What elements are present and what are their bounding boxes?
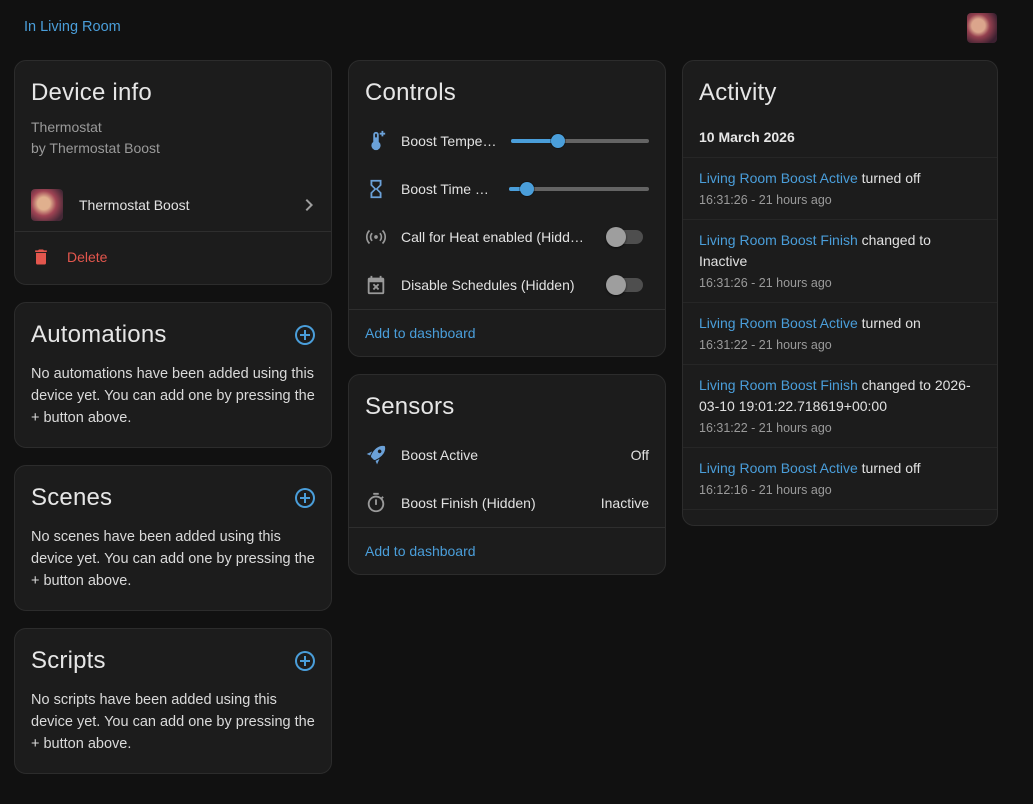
activity-title: Activity [683, 61, 997, 117]
log-action: turned off [862, 460, 921, 476]
toggle-knob [606, 227, 626, 247]
timer-icon [365, 492, 387, 514]
scripts-empty-text: No scripts have been added using this de… [15, 685, 331, 773]
sensor-label: Boost Active [401, 447, 478, 463]
slider-thumb[interactable] [551, 134, 565, 148]
automations-empty-text: No automations have been added using thi… [15, 359, 331, 447]
toggle-knob [606, 275, 626, 295]
left-column: Device info Thermostat by Thermostat Boo… [14, 60, 332, 774]
control-label: Disable Schedules (Hidden) [401, 277, 575, 293]
device-model: Thermostat [31, 117, 315, 138]
log-entry[interactable]: Living Room Boost Finish changed to 2026… [683, 364, 997, 447]
delete-device-button[interactable]: Delete [15, 232, 331, 284]
device-info-title: Device info [15, 61, 331, 117]
radar-icon [365, 226, 387, 248]
activity-card: Activity 10 March 2026 Living Room Boost… [682, 60, 998, 526]
controls-card: Controls Boost Temper… Boost Time S… [348, 60, 666, 357]
timer-sand-icon [365, 178, 387, 200]
sensor-row-boost-finish[interactable]: Boost Finish (Hidden) Inactive [349, 479, 665, 527]
user-avatar[interactable] [967, 13, 997, 43]
log-entity-link[interactable]: Living Room Boost Time Selector [699, 522, 906, 525]
chevron-right-icon [297, 193, 321, 217]
control-row-disable-schedules: Disable Schedules (Hidden) [349, 261, 665, 309]
middle-column: Controls Boost Temper… Boost Time S… [348, 60, 666, 575]
scenes-card: Scenes No scenes have been added using t… [14, 465, 332, 611]
scripts-card: Scripts No scripts have been added using… [14, 628, 332, 774]
controls-add-to-dashboard-link[interactable]: Add to dashboard [365, 325, 476, 341]
log-entry[interactable]: Living Room Boost Active turned on 16:31… [683, 302, 997, 364]
integration-name: Thermostat Boost [79, 197, 190, 213]
log-action: turned off [862, 170, 921, 186]
activity-scroll-area[interactable]: 10 March 2026 Living Room Boost Active t… [683, 117, 997, 525]
control-row-boost-temperature: Boost Temper… [349, 117, 665, 165]
log-entry[interactable]: Living Room Boost Time Selector changed [683, 509, 997, 525]
trash-icon [31, 247, 51, 267]
control-label: Boost Time S… [401, 181, 495, 197]
automations-title: Automations [15, 303, 167, 359]
sensors-card: Sensors Boost Active Off Boost Finish (H… [348, 374, 666, 575]
scenes-empty-text: No scenes have been added using this dev… [15, 522, 331, 610]
device-manufacturer: by Thermostat Boost [31, 138, 315, 159]
log-entity-link[interactable]: Living Room Boost Active [699, 315, 858, 331]
automations-card: Automations No automations have been add… [14, 302, 332, 448]
log-entity-link[interactable]: Living Room Boost Active [699, 460, 858, 476]
scripts-title: Scripts [15, 629, 106, 685]
control-label: Call for Heat enabled (Hidd… [401, 229, 584, 245]
control-label: Boost Temper… [401, 133, 497, 149]
sensor-value: Off [631, 447, 649, 463]
log-timestamp: 16:31:22 - 21 hours ago [699, 421, 981, 435]
log-entity-link[interactable]: Living Room Boost Finish [699, 377, 858, 393]
device-info-card: Device info Thermostat by Thermostat Boo… [14, 60, 332, 285]
log-entry[interactable]: Living Room Boost Finish changed to Inac… [683, 219, 997, 302]
rocket-launch-icon [365, 444, 387, 466]
integration-row[interactable]: Thermostat Boost [15, 179, 331, 231]
add-scene-button[interactable] [293, 486, 317, 510]
sensors-title: Sensors [349, 375, 665, 431]
scenes-title: Scenes [15, 466, 112, 522]
call-for-heat-toggle[interactable] [609, 230, 643, 244]
log-entity-link[interactable]: Living Room Boost Active [699, 170, 858, 186]
sensor-row-boost-active[interactable]: Boost Active Off [349, 431, 665, 479]
control-row-boost-time: Boost Time S… [349, 165, 665, 213]
log-entry[interactable]: Living Room Boost Active turned off 16:3… [683, 157, 997, 219]
sensor-value: Inactive [601, 495, 649, 511]
add-automation-button[interactable] [293, 323, 317, 347]
sensors-add-to-dashboard-link[interactable]: Add to dashboard [365, 543, 476, 559]
sensor-label: Boost Finish (Hidden) [401, 495, 536, 511]
boost-temperature-slider[interactable] [511, 127, 649, 155]
log-action: changed [910, 522, 964, 525]
breadcrumb[interactable]: In Living Room [24, 19, 121, 35]
integration-logo-image [31, 189, 63, 221]
log-entry[interactable]: Living Room Boost Active turned off 16:1… [683, 447, 997, 509]
disable-schedules-toggle[interactable] [609, 278, 643, 292]
calendar-remove-icon [365, 274, 387, 296]
add-script-button[interactable] [293, 649, 317, 673]
control-row-call-for-heat: Call for Heat enabled (Hidd… [349, 213, 665, 261]
thermometer-plus-icon [365, 130, 387, 152]
log-timestamp: 16:12:16 - 21 hours ago [699, 483, 981, 497]
log-action: turned on [862, 315, 921, 331]
log-timestamp: 16:31:26 - 21 hours ago [699, 193, 981, 207]
right-column: Activity 10 March 2026 Living Room Boost… [682, 60, 998, 526]
log-timestamp: 16:31:22 - 21 hours ago [699, 338, 981, 352]
slider-thumb[interactable] [520, 182, 534, 196]
log-timestamp: 16:31:26 - 21 hours ago [699, 276, 981, 290]
log-entity-link[interactable]: Living Room Boost Finish [699, 232, 858, 248]
controls-title: Controls [349, 61, 665, 117]
delete-label: Delete [67, 249, 107, 265]
activity-date-header: 10 March 2026 [683, 117, 997, 157]
boost-time-slider[interactable] [509, 175, 649, 203]
